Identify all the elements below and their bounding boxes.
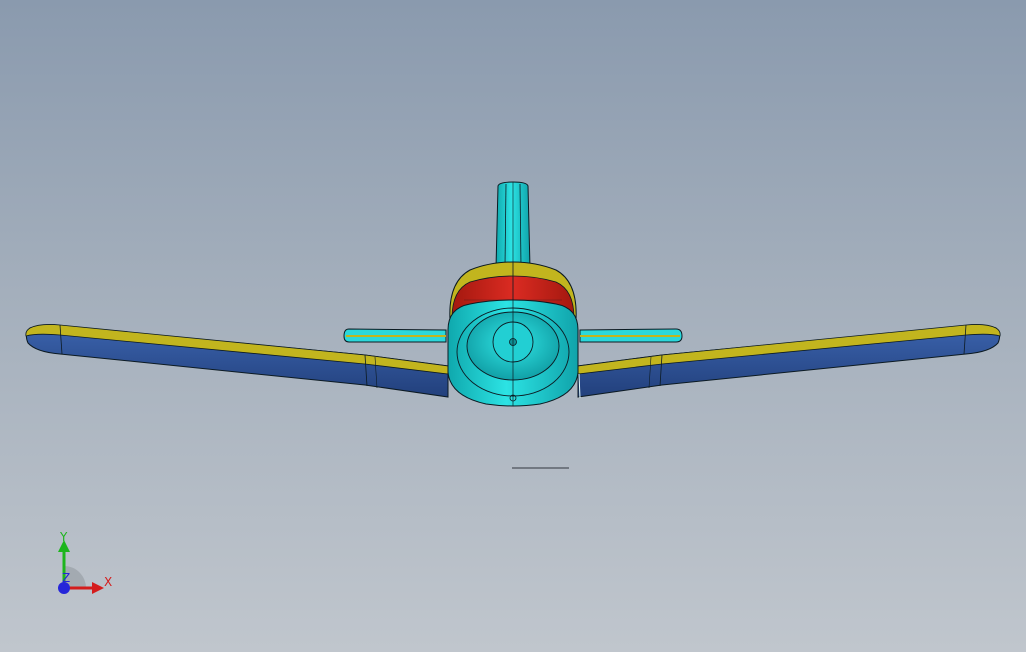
x-axis-arrow-icon — [92, 582, 104, 594]
vertical-stabilizer[interactable] — [495, 181, 531, 269]
z-axis-label: Z — [62, 571, 70, 585]
y-axis-label: Y — [59, 530, 68, 544]
graphics-viewport[interactable]: Y X Z — [0, 0, 1026, 652]
airplane-model[interactable] — [0, 0, 1026, 652]
engine-cowling[interactable] — [447, 299, 581, 407]
x-axis-label: X — [104, 575, 112, 589]
reference-triad[interactable]: Y X Z — [50, 528, 120, 600]
